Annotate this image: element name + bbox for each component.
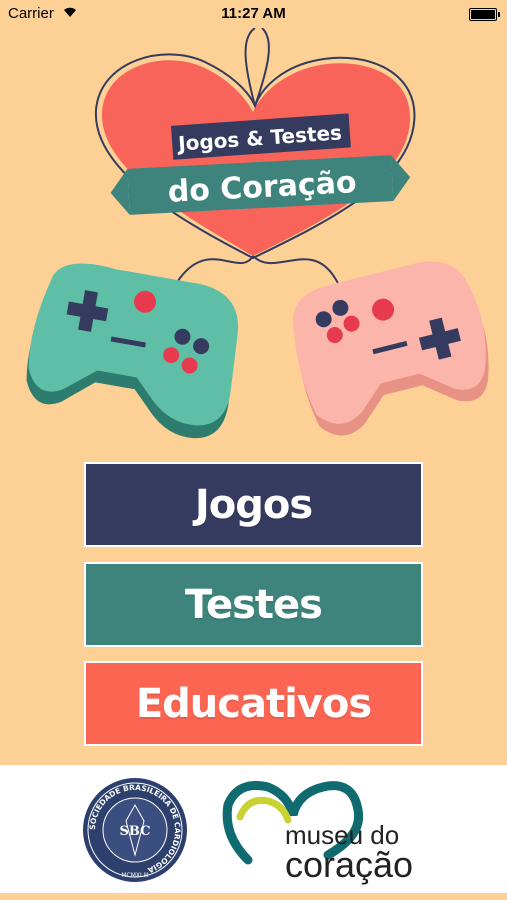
status-bar: Carrier 11:27 AM: [0, 0, 507, 28]
testes-button[interactable]: Testes: [84, 562, 423, 647]
testes-button-label: Testes: [185, 581, 323, 628]
battery-icon: [469, 8, 500, 21]
sbc-year: MCMXLIII: [121, 872, 149, 879]
footer-strip: [0, 893, 507, 900]
pink-controller-icon: [293, 261, 489, 436]
jogos-button[interactable]: Jogos: [84, 462, 423, 547]
jogos-button-label: Jogos: [194, 481, 313, 528]
hero-illustration: Jogos & Testes do Coração: [26, 28, 489, 438]
sbc-seal-logo: SOCIEDADE BRASILEIRA DE CARDIOLOGIA SBC …: [83, 778, 187, 882]
educativos-button[interactable]: Educativos: [84, 661, 423, 746]
green-controller-icon: [26, 263, 239, 438]
educativos-button-label: Educativos: [135, 680, 372, 727]
sbc-initials: SBC: [120, 824, 151, 839]
clock: 11:27 AM: [221, 5, 286, 22]
museum-name-line2: coração: [285, 844, 414, 885]
